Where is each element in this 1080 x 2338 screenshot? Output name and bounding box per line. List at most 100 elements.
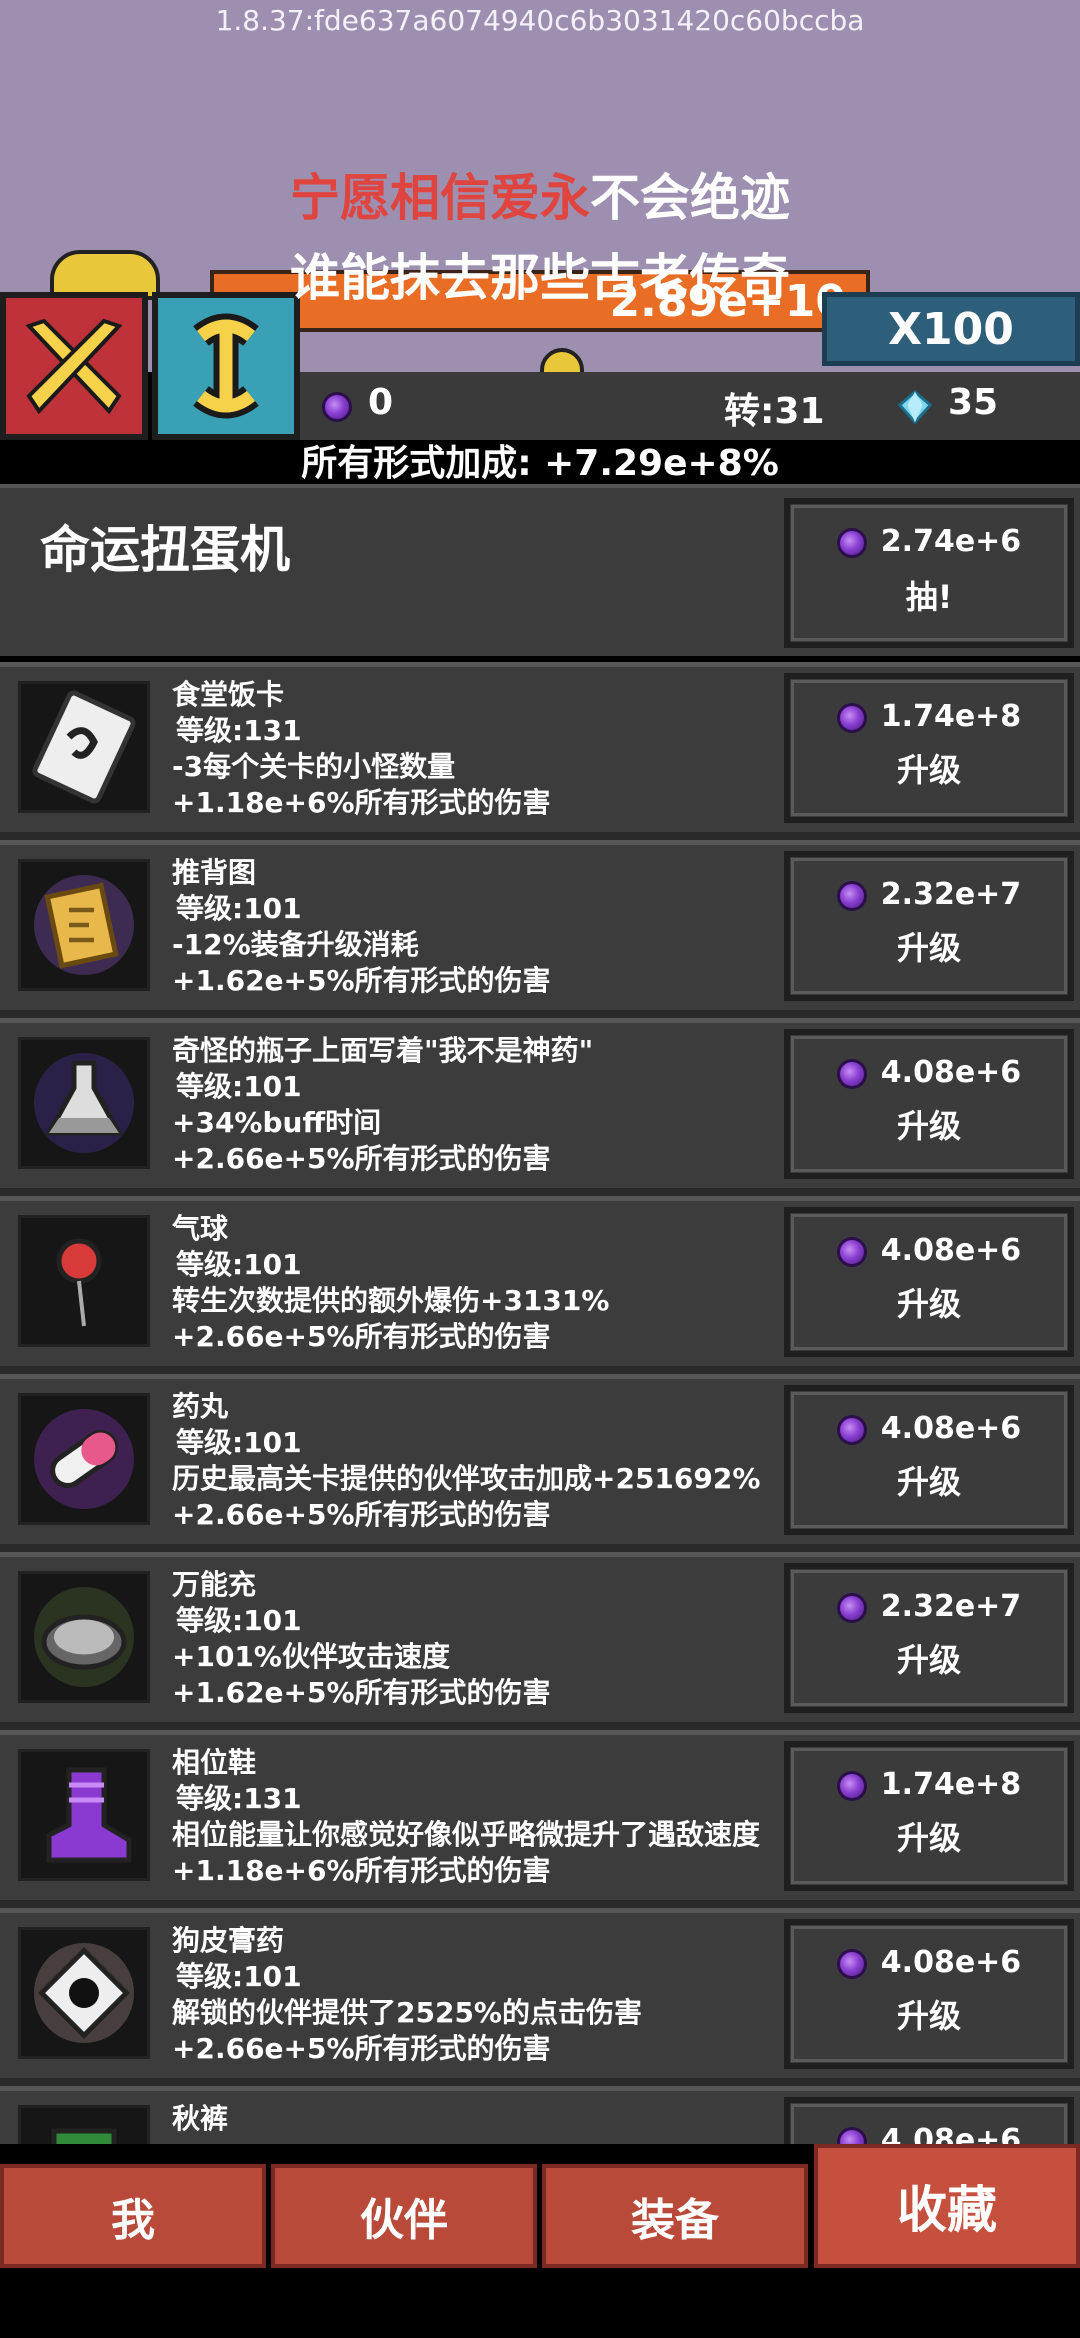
item-description: +34%buff时间	[172, 1106, 382, 1139]
item-description: 转生次数提供的额外爆伤+3131%	[172, 1284, 610, 1317]
upgrade-price: 2.32e+7	[790, 877, 1068, 912]
item-description: 相位能量让你感觉好像似乎略微提升了遇敌速度	[172, 1818, 761, 1851]
skill-swirl-button[interactable]	[152, 292, 300, 440]
upgrade-button[interactable]: 4.08e+6 升级	[784, 1207, 1074, 1357]
item-row: 奇怪的瓶子上面写着"我不是神药" 等级:101 +34%buff时间 +2.66…	[0, 1018, 1080, 1188]
flask-icon	[18, 1037, 150, 1169]
item-level: 等级:101	[176, 1070, 302, 1103]
item-name: 万能充	[172, 1568, 257, 1601]
item-row: 秋裤 4.08e+6	[0, 2086, 1080, 2144]
item-damage-bonus: +2.66e+5%所有形式的伤害	[172, 2032, 551, 2065]
upgrade-action-label: 升级	[896, 1641, 961, 1679]
upgrade-action-label: 升级	[896, 1997, 961, 2035]
gacha-draw-button[interactable]: 2.74e+6 抽!	[784, 498, 1074, 648]
crossed-swords-icon	[25, 318, 123, 415]
monster-sprite-small	[540, 348, 584, 372]
upgrade-price-value: 4.08e+6	[880, 1945, 1022, 1980]
swirl-arrows-icon	[193, 313, 259, 419]
orb-icon	[836, 2126, 867, 2144]
tab-me[interactable]: 我	[0, 2164, 266, 2268]
upgrade-button[interactable]: 4.08e+6 升级	[784, 1385, 1074, 1535]
orb-icon	[836, 1058, 867, 1089]
orb-icon	[322, 392, 352, 422]
total-bonus: 所有形式加成: +7.29e+8%	[0, 440, 1080, 484]
tab-partner[interactable]: 伙伴	[271, 2164, 537, 2268]
upgrade-action-label: 升级	[896, 929, 961, 967]
tab-collect[interactable]: 收藏	[814, 2144, 1080, 2268]
item-name: 秋裤	[172, 2102, 229, 2135]
diamond-icon	[897, 389, 933, 425]
item-level: 等级:131	[176, 714, 302, 747]
orb-icon	[836, 880, 867, 911]
item-level: 等级:101	[176, 892, 302, 925]
upgrade-button[interactable]: 2.32e+7 升级	[784, 1563, 1074, 1713]
item-level: 等级:101	[176, 1248, 302, 1281]
item-damage-bonus: +1.62e+5%所有形式的伤害	[172, 1676, 551, 1709]
item-name: 相位鞋	[172, 1746, 257, 1779]
item-level: 等级:101	[176, 1960, 302, 1993]
item-name: 药丸	[172, 1390, 229, 1423]
item-level: 等级:101	[176, 1426, 302, 1459]
upgrade-action-label: 升级	[896, 1285, 961, 1323]
upgrade-button[interactable]: 4.08e+6 升级	[784, 1029, 1074, 1179]
upgrade-action-label: 升级	[896, 1819, 961, 1857]
upgrade-price-value: 1.74e+8	[880, 1767, 1022, 1802]
upgrade-button[interactable]: 1.74e+8 升级	[784, 1741, 1074, 1891]
orb-icon	[836, 1592, 867, 1623]
item-row: 气球 等级:101 转生次数提供的额外爆伤+3131% +2.66e+5%所有形…	[0, 1196, 1080, 1366]
tab-equip[interactable]: 装备	[542, 2164, 808, 2268]
upgrade-price-value: 4.08e+6	[880, 1411, 1022, 1446]
charger-icon	[18, 1571, 150, 1703]
upgrade-action-label: 升级	[896, 751, 961, 789]
orb-count: 0	[368, 382, 394, 423]
lyric-line-1: 宁愿相信爱永不会绝迹	[0, 158, 1080, 230]
upgrade-price: 4.08e+6	[790, 1055, 1068, 1090]
item-description: -3每个关卡的小怪数量	[172, 750, 456, 783]
item-damage-bonus: +1.18e+6%所有形式的伤害	[172, 786, 551, 819]
item-damage-bonus: +1.62e+5%所有形式的伤害	[172, 964, 551, 997]
upgrade-button[interactable]: 4.08e+6 升级	[784, 1919, 1074, 2069]
plaster-icon	[18, 1927, 150, 2059]
upgrade-price-value: 4.08e+6	[880, 2123, 1022, 2144]
boot-icon	[18, 1749, 150, 1881]
balloon-icon	[18, 1215, 150, 1347]
gacha-action-label: 抽!	[905, 578, 953, 616]
upgrade-price: 2.32e+7	[790, 1589, 1068, 1624]
item-name: 气球	[172, 1212, 229, 1245]
orb-icon	[836, 1414, 867, 1445]
item-row: 药丸 等级:101 历史最高关卡提供的伙伴攻击加成+251692% +2.66e…	[0, 1374, 1080, 1544]
gacha-title: 命运扭蛋机	[40, 521, 290, 579]
lyric-rest: 不会绝迹	[590, 169, 790, 227]
upgrade-price-value: 2.32e+7	[880, 1589, 1022, 1624]
item-name: 食堂饭卡	[172, 678, 285, 711]
version-text: 1.8.37:fde637a6074940c6b3031420c60bccba	[215, 4, 865, 37]
upgrade-price: 1.74e+8	[790, 699, 1068, 734]
orb-icon	[836, 702, 867, 733]
item-description: 历史最高关卡提供的伙伴攻击加成+251692%	[172, 1462, 761, 1495]
upgrade-price-value: 1.74e+8	[880, 699, 1022, 734]
meal-card-icon	[18, 681, 150, 813]
skill-cross-button[interactable]	[0, 292, 148, 440]
item-row: 狗皮膏药 等级:101 解锁的伙伴提供了2525%的点击伤害 +2.66e+5%…	[0, 1908, 1080, 2078]
item-description: -12%装备升级消耗	[172, 928, 419, 961]
upgrade-button[interactable]: 2.32e+7 升级	[784, 851, 1074, 1001]
item-damage-bonus: +2.66e+5%所有形式的伤害	[172, 1142, 551, 1175]
upgrade-action-label: 升级	[896, 1463, 961, 1501]
upgrade-button[interactable]: 4.08e+6	[784, 2097, 1074, 2144]
upgrade-button[interactable]: 1.74e+8 升级	[784, 673, 1074, 823]
upgrade-price: 4.08e+6	[790, 1233, 1068, 1268]
item-level: 等级:131	[176, 1782, 302, 1815]
item-description: 解锁的伙伴提供了2525%的点击伤害	[172, 1996, 642, 2029]
gacha-price-value: 2.74e+6	[880, 524, 1022, 559]
item-damage-bonus: +2.66e+5%所有形式的伤害	[172, 1498, 551, 1531]
item-list[interactable]: 食堂饭卡 等级:131 -3每个关卡的小怪数量 +1.18e+6%所有形式的伤害…	[0, 662, 1080, 2144]
orb-icon	[836, 1948, 867, 1979]
item-name: 奇怪的瓶子上面写着"我不是神药"	[172, 1034, 594, 1067]
rebirth-count: 转:31	[724, 391, 825, 432]
item-damage-bonus: +1.18e+6%所有形式的伤害	[172, 1854, 551, 1887]
upgrade-price-value: 4.08e+6	[880, 1055, 1022, 1090]
pill-icon	[18, 1393, 150, 1525]
upgrade-price: 4.08e+6	[790, 1945, 1068, 1980]
gacha-price: 2.74e+6	[790, 524, 1068, 559]
lyric-highlight: 宁愿相信爱永	[290, 169, 590, 227]
